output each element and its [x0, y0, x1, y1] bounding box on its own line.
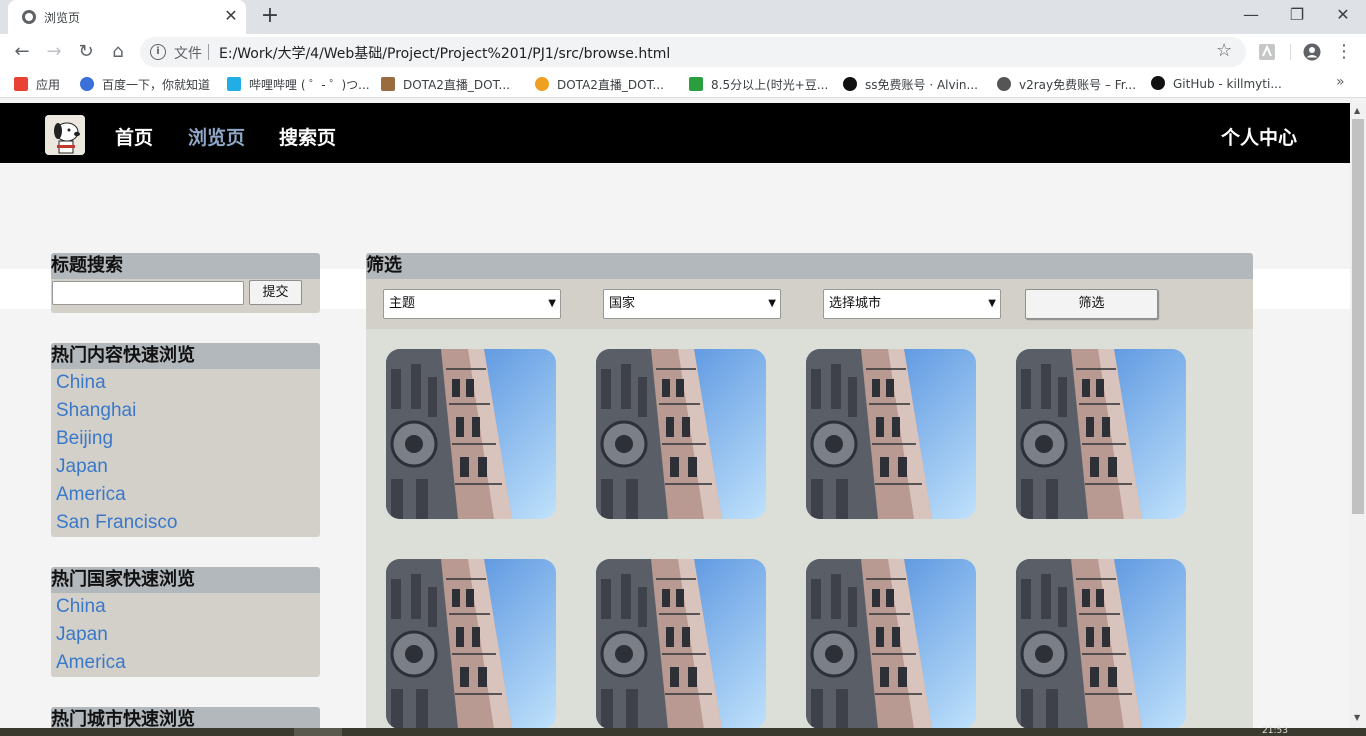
bookmark-apps[interactable]: 应用: [14, 76, 60, 94]
hot-country-link[interactable]: China: [51, 593, 320, 621]
nav-user-center-link[interactable]: 个人中心: [1221, 123, 1297, 150]
site-logo[interactable]: [45, 115, 85, 155]
bookmark-dota2-1[interactable]: DOTA2直播_DOT...: [381, 76, 510, 94]
hot-city-panel: 热门城市快速浏览: [51, 707, 320, 728]
hot-city-heading: 热门城市快速浏览: [51, 707, 320, 728]
forward-icon[interactable]: →: [42, 40, 66, 64]
minimize-button[interactable]: —: [1239, 4, 1263, 26]
bookmark-ss[interactable]: ss免费账号 · Alvin...: [843, 76, 978, 94]
bookmark-star-icon[interactable]: ☆: [1216, 40, 1232, 61]
taskbar-active-app[interactable]: [294, 728, 342, 736]
country-select-value: 国家: [609, 296, 636, 311]
bookmark-bilibili[interactable]: 哔哩哔哩 ( ゜- ゜)つ...: [227, 76, 370, 94]
bookmarks-bar: 应用 百度一下，你就知道 哔哩哔哩 ( ゜- ゜)つ... DOTA2直播_DO…: [0, 70, 1366, 98]
city-select-value: 选择城市: [829, 296, 882, 311]
gallery-thumbnail[interactable]: [806, 559, 976, 728]
tab-title: 浏览页: [44, 11, 81, 25]
file-label: 文件: [174, 46, 202, 62]
bookmark-dota2-2[interactable]: DOTA2直播_DOT...: [535, 76, 664, 94]
bookmark-baidu[interactable]: 百度一下，你就知道: [80, 76, 210, 94]
hot-country-link[interactable]: America: [51, 649, 320, 677]
hot-country-heading: 热门国家快速浏览: [51, 567, 320, 593]
url-text[interactable]: E:/Work/大学/4/Web基础/Project/Project%201/P…: [219, 43, 670, 63]
nav-home-link[interactable]: 首页: [115, 123, 153, 150]
hot-content-link[interactable]: America: [51, 481, 320, 509]
pdf-extension-icon[interactable]: [1258, 43, 1276, 61]
gallery-thumbnail[interactable]: [1016, 349, 1186, 519]
nav-search-link[interactable]: 搜索页: [279, 123, 336, 150]
hot-content-panel: 热门内容快速浏览 China Shanghai Beijing Japan Am…: [51, 343, 320, 537]
gallery-thumbnail[interactable]: [806, 349, 976, 519]
hot-country-panel: 热门国家快速浏览 China Japan America: [51, 567, 320, 677]
filter-heading: 筛选: [366, 253, 1253, 279]
globe-icon: [997, 77, 1011, 91]
hot-content-heading: 热门内容快速浏览: [51, 343, 320, 369]
back-icon[interactable]: ←: [10, 40, 34, 64]
title-search-input[interactable]: [52, 281, 244, 305]
hot-content-link[interactable]: Shanghai: [51, 397, 320, 425]
nav-browse-link[interactable]: 浏览页: [188, 123, 245, 150]
dropdown-arrow-icon: ▼: [988, 298, 996, 309]
toolbar-divider: [1290, 44, 1291, 60]
address-bar[interactable]: i 文件 E:/Work/大学/4/Web基础/Project/Project%…: [140, 37, 1246, 67]
scroll-up-icon[interactable]: ▲: [1354, 106, 1360, 115]
bookmark-v2ray[interactable]: v2ray免费账号 – Fr...: [997, 76, 1136, 94]
bookmark-github[interactable]: GitHub - killmyti...: [1151, 76, 1282, 94]
github-icon: [843, 77, 857, 91]
browser-toolbar: ← → ↻ ⌂ i 文件 E:/Work/大学/4/Web基础/Project/…: [0, 34, 1366, 70]
douban-icon: [689, 77, 703, 91]
close-tab-icon[interactable]: ✕: [222, 7, 240, 25]
title-search-panel: 标题搜索 提交: [51, 253, 320, 313]
snoopy-logo-icon: [45, 115, 85, 155]
github-icon: [1151, 76, 1165, 90]
theme-select[interactable]: 主题 ▼: [383, 289, 561, 319]
country-select[interactable]: 国家 ▼: [603, 289, 781, 319]
page-viewport: 首页 浏览页 搜索页 个人中心 标题搜索 提交 热门内容快速浏览 China S…: [0, 103, 1350, 728]
hot-content-link[interactable]: Beijing: [51, 425, 320, 453]
gallery-thumbnail[interactable]: [1016, 559, 1186, 728]
omnibox-divider: [208, 44, 209, 60]
bilibili-icon: [227, 77, 241, 91]
taskbar-clock: 21:53: [1262, 726, 1288, 736]
city-select[interactable]: 选择城市 ▼: [823, 289, 1001, 319]
info-icon[interactable]: i: [150, 44, 166, 60]
close-window-button[interactable]: ✕: [1331, 4, 1355, 26]
menu-icon[interactable]: ⋮: [1332, 40, 1356, 64]
douyu-icon: [535, 77, 549, 91]
hot-country-link[interactable]: Japan: [51, 621, 320, 649]
hot-content-link[interactable]: Japan: [51, 453, 320, 481]
reload-icon[interactable]: ↻: [74, 40, 98, 64]
filter-gallery-area: 筛选 主题 ▼ 国家 ▼ 选择城市 ▼ 筛选: [366, 253, 1253, 728]
tab-strip: 浏览页 ✕ + — ❐ ✕: [0, 0, 1366, 34]
top-navigation: 首页 浏览页 搜索页 个人中心: [0, 103, 1350, 163]
filter-bar: 主题 ▼ 国家 ▼ 选择城市 ▼ 筛选: [366, 279, 1253, 329]
globe-icon: [22, 10, 36, 24]
home-icon[interactable]: ⌂: [106, 40, 130, 64]
dota-icon: [381, 77, 395, 91]
gallery-thumbnail[interactable]: [386, 559, 556, 728]
title-search-heading: 标题搜索: [51, 253, 320, 279]
hot-content-link[interactable]: San Francisco: [51, 509, 320, 537]
dropdown-arrow-icon: ▼: [768, 298, 776, 309]
account-icon[interactable]: [1303, 43, 1321, 61]
filter-button[interactable]: 筛选: [1025, 289, 1158, 319]
hot-content-link[interactable]: China: [51, 369, 320, 397]
dropdown-arrow-icon: ▼: [548, 298, 556, 309]
gallery-thumbnail[interactable]: [386, 349, 556, 519]
gallery-thumbnail[interactable]: [596, 559, 766, 728]
bookmark-douban[interactable]: 8.5分以上(时光+豆...: [689, 76, 828, 94]
vertical-scrollbar[interactable]: ▲ ▼: [1350, 103, 1366, 728]
baidu-paw-icon: [80, 77, 94, 91]
apps-grid-icon: [14, 77, 28, 91]
restore-button[interactable]: ❐: [1285, 4, 1309, 26]
new-tab-button[interactable]: +: [259, 5, 281, 27]
scrollbar-thumb[interactable]: [1352, 119, 1364, 514]
gallery-thumbnail[interactable]: [596, 349, 766, 519]
submit-button[interactable]: 提交: [249, 280, 302, 305]
browser-tab[interactable]: 浏览页 ✕: [8, 0, 246, 34]
os-taskbar: 21:53: [0, 726, 1366, 736]
theme-select-value: 主题: [389, 296, 416, 311]
more-bookmarks-icon[interactable]: »: [1336, 74, 1345, 90]
scroll-down-icon[interactable]: ▼: [1354, 713, 1360, 722]
